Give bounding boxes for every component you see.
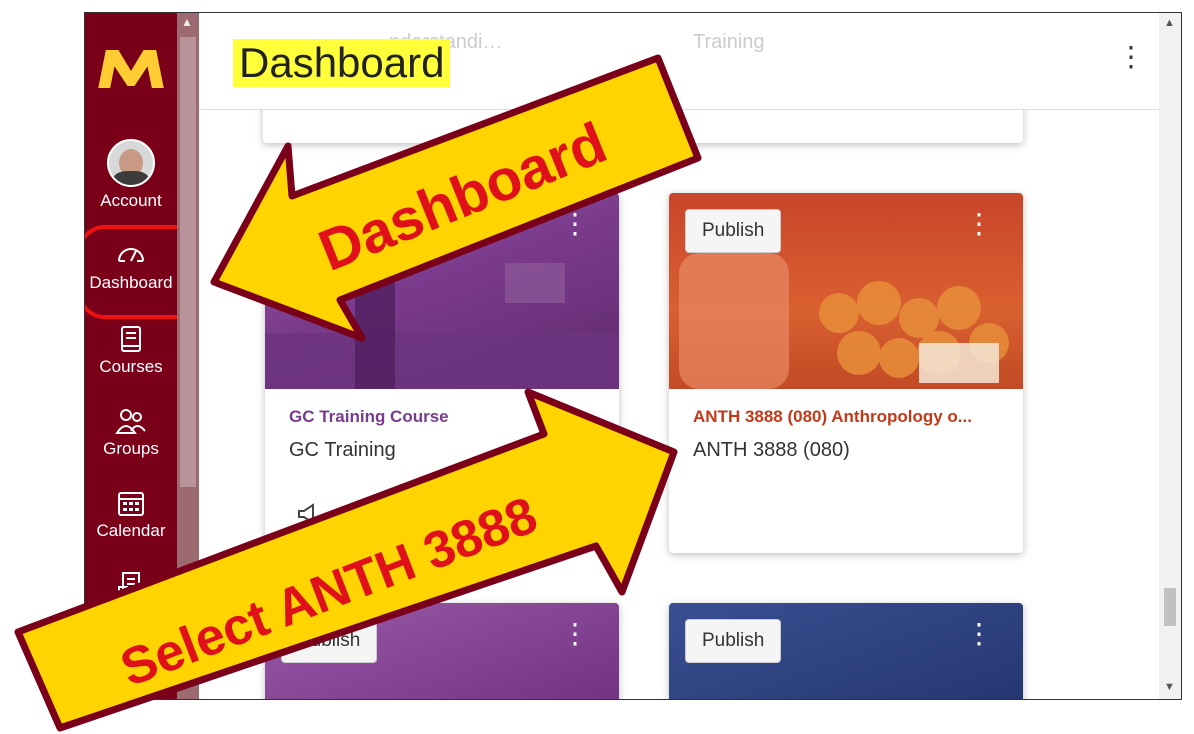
annotation-overlay: Dashboard Select ANTH 3888 [14, 54, 702, 732]
select-course-callout-arrow: Select ANTH 3888 [14, 388, 678, 732]
dashboard-callout-arrow: Dashboard [210, 54, 702, 342]
